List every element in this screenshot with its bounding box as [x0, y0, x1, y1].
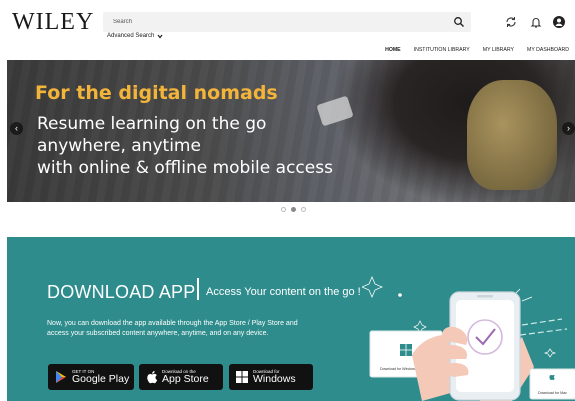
download-app-banner: DOWNLOAD APP Access Your content on the … — [7, 237, 575, 401]
page: WILEY Advanced Search — [0, 0, 575, 401]
google-play-label: Google Play — [72, 373, 130, 385]
hero-title: For the digital nomads — [35, 82, 278, 104]
illus-windows-label: Download for Windows — [380, 367, 417, 371]
chevron-down-icon — [157, 34, 163, 38]
nav-home[interactable]: HOME — [385, 47, 401, 53]
advanced-search-toggle[interactable]: Advanced Search — [107, 33, 163, 39]
title-separator — [197, 278, 199, 300]
main-nav: HOME INSTITUTION LIBRARY MY LIBRARY MY D… — [385, 47, 569, 53]
nav-institution-library[interactable]: INSTITUTION LIBRARY — [414, 47, 470, 53]
download-app-description-line-1: Now, you can download the app available … — [47, 320, 298, 327]
sparkle-icon — [362, 275, 384, 299]
app-devices-illustration: Download for Windows Download for Mac — [362, 275, 575, 401]
nav-my-library[interactable]: MY LIBRARY — [483, 47, 514, 53]
hero-carousel: For the digital nomads Resume learning o… — [7, 60, 575, 202]
app-store-label: App Store — [162, 373, 209, 385]
wiley-logo[interactable]: WILEY — [12, 9, 94, 36]
illus-mac-label: Download for Mac — [538, 391, 567, 395]
hero-backpack-image — [467, 80, 557, 190]
app-store-button[interactable]: Download on the App Store — [139, 364, 223, 390]
search-bar — [103, 12, 471, 32]
sync-icon[interactable] — [504, 15, 518, 29]
google-play-icon — [56, 371, 66, 383]
carousel-dot-1[interactable] — [281, 207, 286, 212]
download-app-title: DOWNLOAD APP — [47, 282, 196, 302]
carousel-prev-button[interactable]: ‹ — [10, 122, 23, 135]
download-app-description: Now, you can download the app available … — [47, 319, 367, 339]
apple-icon — [147, 371, 158, 384]
hero-line-1: Resume learning on the go — [37, 114, 267, 134]
carousel-dot-3[interactable] — [301, 207, 306, 212]
google-play-button[interactable]: GET IT ON Google Play — [48, 364, 134, 390]
search-icon[interactable] — [453, 16, 465, 28]
windows-label: Windows — [253, 373, 296, 385]
carousel-indicators — [281, 207, 306, 212]
windows-store-button[interactable]: Download for Windows — [229, 364, 313, 390]
advanced-search-label: Advanced Search — [107, 33, 155, 39]
bell-icon[interactable] — [529, 15, 543, 29]
carousel-dot-2[interactable] — [291, 207, 296, 212]
header: WILEY Advanced Search — [0, 0, 575, 60]
windows-icon — [236, 371, 248, 383]
user-avatar-icon[interactable] — [552, 15, 566, 29]
hero-line-2: anywhere, anytime — [37, 136, 201, 156]
carousel-next-button[interactable]: › — [562, 122, 575, 135]
download-app-description-line-2: access your subscribed content anywhere,… — [47, 330, 269, 337]
nav-my-dashboard[interactable]: MY DASHBOARD — [527, 47, 569, 53]
download-app-subtitle: Access Your content on the go ! — [206, 286, 361, 298]
search-input[interactable] — [113, 15, 443, 29]
hero-line-3: with online & offline mobile access — [37, 158, 333, 178]
